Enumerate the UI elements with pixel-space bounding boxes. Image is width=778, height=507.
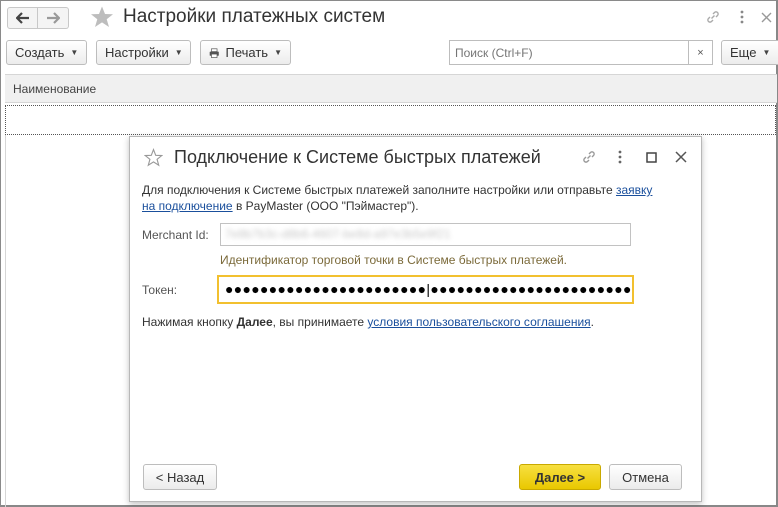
search-clear-button[interactable]: ×	[689, 40, 713, 65]
star-icon[interactable]	[90, 5, 114, 29]
cancel-button[interactable]: Отмена	[609, 464, 682, 490]
search-input[interactable]	[449, 40, 689, 65]
token-label: Токен:	[142, 283, 178, 297]
merchant-id-label: Merchant Id:	[142, 228, 209, 242]
merchant-id-hint: Идентификатор торговой точки в Системе б…	[220, 253, 567, 267]
note-middle: , вы принимаете	[272, 315, 368, 329]
user-agreement-link[interactable]: условия пользовательского соглашения	[367, 315, 590, 329]
kebab-icon[interactable]	[611, 148, 629, 166]
settings-button[interactable]: Настройки ▼	[96, 40, 191, 65]
star-icon[interactable]	[144, 148, 163, 167]
chevron-down-icon: ▼	[174, 48, 183, 57]
printer-icon	[209, 47, 219, 58]
dialog-title: Подключение к Системе быстрых платежей	[174, 147, 541, 167]
connection-dialog: Подключение к Системе быстрых платежей Д…	[129, 136, 702, 502]
print-label: Печать	[225, 45, 269, 60]
arrow-right-icon	[47, 12, 60, 24]
table-row[interactable]	[5, 105, 776, 135]
close-icon: ×	[697, 46, 704, 59]
window-header: Настройки платежных систем	[1, 1, 777, 35]
page-title: Настройки платежных систем	[123, 6, 386, 27]
create-button[interactable]: Создать ▼	[6, 40, 87, 65]
more-label: Еще	[730, 45, 757, 60]
note-bold: Далее	[236, 315, 273, 329]
token-field[interactable]: ●●●●●●●●●●●●●●●●●●●●●●●|●●●●●●●●●●●●●●●●…	[217, 275, 634, 304]
column-header-name[interactable]: Наименование	[5, 74, 777, 103]
arrow-left-icon	[15, 12, 29, 24]
link-icon[interactable]	[580, 148, 598, 166]
info-text: Для подключения к Системе быстрых платеж…	[142, 182, 662, 214]
list-left-border	[5, 135, 6, 507]
merchant-id-value: 7e8b7b3c-d8b6-4607-be8d-a97e3b5e9f21	[225, 227, 451, 241]
more-button[interactable]: Еще ▼	[721, 40, 778, 65]
merchant-id-field[interactable]: 7e8b7b3c-d8b6-4607-be8d-a97e3b5e9f21	[220, 223, 631, 246]
kebab-icon[interactable]	[733, 8, 751, 26]
chevron-down-icon: ▼	[274, 48, 282, 57]
next-button-label: Далее >	[534, 469, 586, 485]
back-button[interactable]: < Назад	[143, 464, 217, 490]
print-button[interactable]: Печать ▼	[200, 40, 291, 65]
column-header-label: Наименование	[13, 82, 97, 96]
close-icon[interactable]	[757, 8, 775, 26]
back-button[interactable]	[7, 7, 38, 29]
close-icon[interactable]	[672, 148, 690, 166]
info-text-part1: Для подключения к Системе быстрых платеж…	[142, 183, 616, 197]
agreement-note: Нажимая кнопку Далее, вы принимаете усло…	[142, 315, 594, 329]
link-icon[interactable]	[704, 8, 722, 26]
forward-button[interactable]	[38, 7, 69, 29]
create-label: Создать	[15, 45, 65, 60]
maximize-icon[interactable]	[642, 148, 660, 166]
note-suffix: .	[590, 315, 595, 329]
chevron-down-icon: ▼	[762, 48, 771, 57]
back-button-label: < Назад	[155, 469, 205, 485]
main-window: Настройки платежных систем Создать ▼ Нас…	[0, 0, 778, 507]
info-text-part2: в PayMaster (ООО "Пэймастер").	[232, 199, 419, 213]
settings-label: Настройки	[105, 45, 169, 60]
chevron-down-icon: ▼	[70, 48, 79, 57]
next-button[interactable]: Далее >	[519, 464, 601, 490]
token-value: ●●●●●●●●●●●●●●●●●●●●●●●|●●●●●●●●●●●●●●●●…	[225, 281, 634, 297]
cancel-button-label: Отмена	[622, 469, 669, 485]
note-prefix: Нажимая кнопку	[142, 315, 237, 329]
